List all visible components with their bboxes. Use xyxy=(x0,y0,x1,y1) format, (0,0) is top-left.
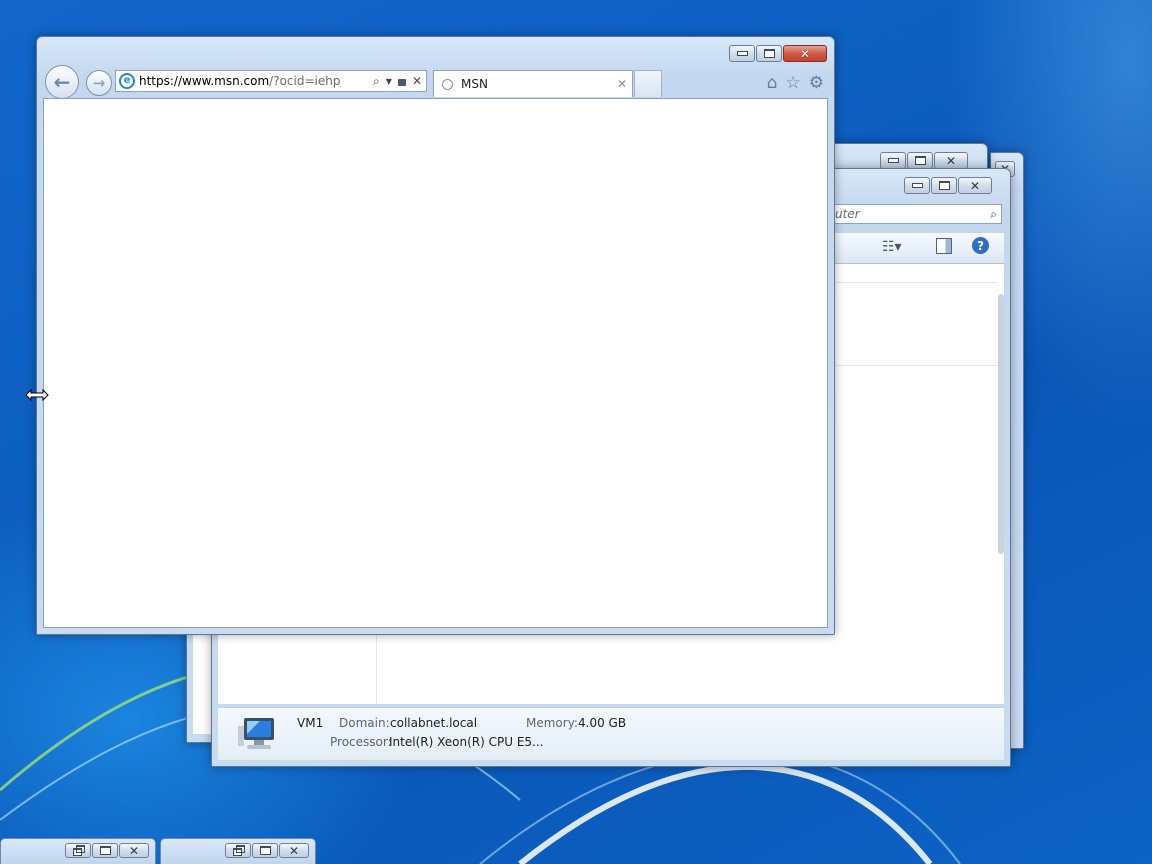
computer-name: VM1 xyxy=(297,716,324,730)
scrollbar-thumb[interactable] xyxy=(998,294,1004,554)
forward-arrow-icon: → xyxy=(92,74,106,92)
minimize-button[interactable] xyxy=(729,45,755,62)
domain-label: Domain: xyxy=(339,716,390,730)
resize-cursor-icon xyxy=(25,388,49,402)
maximize-icon xyxy=(259,846,271,855)
close-icon: ✕ xyxy=(799,46,811,61)
stop-icon[interactable]: ✕ xyxy=(412,74,422,88)
nav-pane-divider xyxy=(376,634,377,704)
window-controls: ✕ xyxy=(729,45,827,62)
minimize-button[interactable] xyxy=(904,177,930,194)
window-controls: ✕ xyxy=(225,843,309,858)
search-icon[interactable]: ⌕ xyxy=(990,207,997,222)
restore-icon xyxy=(72,844,85,856)
preview-pane-icon[interactable] xyxy=(936,238,952,254)
details-pane: VM1 Domain: collabnet.local Memory: 4.00… xyxy=(218,707,1004,760)
minimize-icon xyxy=(911,183,923,188)
close-icon: ✕ xyxy=(288,843,300,858)
close-button[interactable]: ✕ xyxy=(958,177,992,194)
processor-value: Intel(R) Xeon(R) CPU E5... xyxy=(389,735,544,749)
search-placeholder: uter xyxy=(835,207,860,221)
web-page-viewport[interactable] xyxy=(43,98,828,628)
computer-icon xyxy=(238,718,274,749)
ie-logo-icon: e xyxy=(119,73,135,89)
close-icon: ✕ xyxy=(969,178,981,193)
close-button[interactable]: ✕ xyxy=(783,45,827,62)
restore-button[interactable] xyxy=(225,843,251,858)
help-icon[interactable]: ? xyxy=(972,237,989,254)
change-view-icon[interactable]: ☷▾ xyxy=(882,239,902,255)
maximize-icon xyxy=(938,181,950,190)
restore-button[interactable] xyxy=(65,843,91,858)
minimized-window-1[interactable]: ✕ xyxy=(0,838,156,864)
maximize-icon xyxy=(763,49,775,58)
address-bar[interactable]: e https://www.msn.com/?ocid=iehp ⌕ ▼ ✕ xyxy=(115,70,427,92)
maximize-button[interactable] xyxy=(931,177,957,194)
close-button[interactable]: ✕ xyxy=(934,152,968,169)
loading-icon xyxy=(442,78,453,90)
minimize-button[interactable] xyxy=(880,152,906,169)
maximize-button[interactable] xyxy=(756,45,782,62)
tab-title: MSN xyxy=(461,77,488,91)
memory-value: 4.00 GB xyxy=(578,716,627,730)
tab-msn[interactable]: MSN ✕ xyxy=(433,70,633,97)
domain-value: collabnet.local xyxy=(390,716,478,730)
close-icon: ✕ xyxy=(128,843,140,858)
search-field[interactable]: uter ⌕ xyxy=(832,204,1002,224)
internet-explorer-window[interactable]: ✕ ← → e https://www.msn.com/?ocid=iehp ⌕… xyxy=(36,36,835,635)
home-icon[interactable]: ⌂ xyxy=(767,73,778,93)
lock-icon[interactable] xyxy=(397,79,406,86)
window-controls: ✕ xyxy=(904,177,992,194)
favorites-star-icon[interactable]: ☆ xyxy=(786,73,801,93)
dropdown-arrow-icon[interactable]: ▼ xyxy=(386,77,392,86)
memory-label: Memory: xyxy=(526,716,578,730)
maximize-button[interactable] xyxy=(252,843,278,858)
back-button[interactable]: ← xyxy=(45,65,79,99)
tab-close-icon[interactable]: ✕ xyxy=(617,77,627,91)
restore-icon xyxy=(232,844,245,856)
tools-gear-icon[interactable]: ⚙ xyxy=(809,73,824,93)
minimized-window-2[interactable]: ✕ xyxy=(160,838,316,864)
forward-button[interactable]: → xyxy=(86,70,112,96)
maximize-button[interactable] xyxy=(92,843,118,858)
search-icon[interactable]: ⌕ xyxy=(373,74,380,89)
close-icon: ✕ xyxy=(945,153,957,168)
address-tools: ⌕ ▼ ✕ xyxy=(373,74,426,89)
window-controls: ✕ xyxy=(65,843,149,858)
new-tab-button[interactable] xyxy=(634,70,662,97)
url-host: https://www.msn.com xyxy=(139,74,270,88)
command-icons: ⌂ ☆ ⚙ xyxy=(767,73,824,93)
close-button[interactable]: ✕ xyxy=(279,843,309,858)
url-path: /?ocid=iehp xyxy=(269,74,341,88)
maximize-button[interactable] xyxy=(907,152,933,169)
minimize-icon xyxy=(887,158,899,163)
maximize-icon xyxy=(99,846,111,855)
close-button[interactable]: ✕ xyxy=(119,843,149,858)
window-controls: ✕ xyxy=(880,152,968,169)
back-arrow-icon: ← xyxy=(53,70,71,94)
minimize-icon xyxy=(736,51,748,56)
maximize-icon xyxy=(914,156,926,165)
processor-label: Processor: xyxy=(330,735,392,749)
